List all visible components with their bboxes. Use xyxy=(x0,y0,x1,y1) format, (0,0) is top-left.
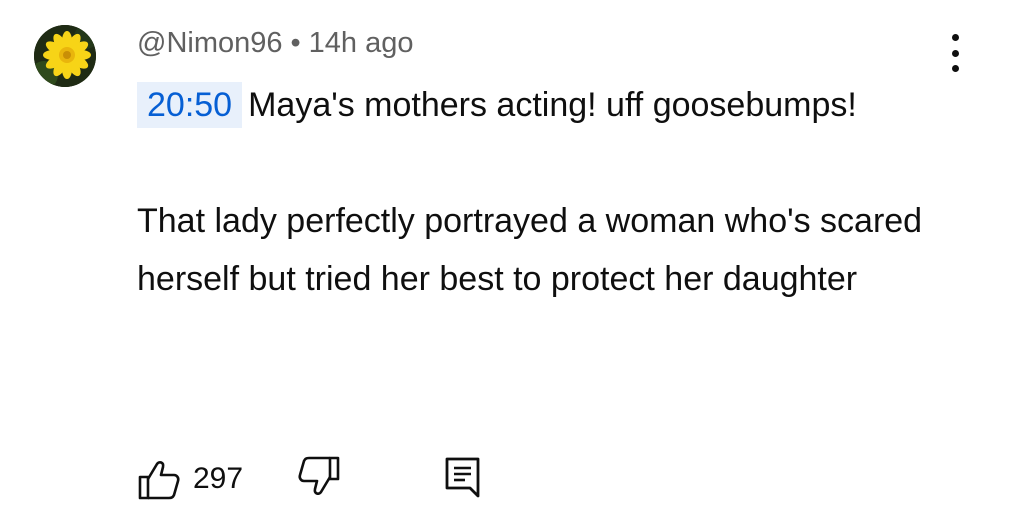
comment-paragraph: That lady perfectly portrayed a woman wh… xyxy=(137,202,923,298)
more-vert-icon-dot xyxy=(951,49,959,57)
author-name[interactable]: @Nimon96 xyxy=(137,27,283,59)
thumb-down-icon xyxy=(298,456,340,495)
comment-header: @Nimon96 • 14h ago xyxy=(137,26,413,60)
more-vert-icon-dot xyxy=(951,34,959,41)
comment-paragraph: 20:50 Maya's mothers acting! uff goosebum… xyxy=(137,76,987,134)
reply-button[interactable] xyxy=(443,456,483,502)
more-vert-icon-dot xyxy=(951,65,959,72)
timestamp-link[interactable]: 20:50 xyxy=(137,82,243,128)
flower-avatar-icon xyxy=(34,25,96,87)
comment-time: 14h ago xyxy=(308,27,414,59)
avatar[interactable] xyxy=(34,25,96,87)
like-button[interactable]: 297 xyxy=(137,456,257,502)
comment-item: @Nimon96 • 14h ago 20:50 Maya's mothers act… xyxy=(0,0,1024,506)
comment-reply-icon xyxy=(445,457,480,498)
meta-separator: • xyxy=(290,27,301,59)
more-options-button[interactable] xyxy=(940,32,970,74)
comment-line: Maya's mothers acting! uff goosebumps! xyxy=(248,86,857,124)
like-count: 297 xyxy=(193,462,244,495)
thumb-up-icon xyxy=(138,461,180,500)
comment-text: 20:50 Maya's mothers acting! uff goosebum… xyxy=(137,76,987,308)
dislike-button[interactable] xyxy=(297,456,341,502)
